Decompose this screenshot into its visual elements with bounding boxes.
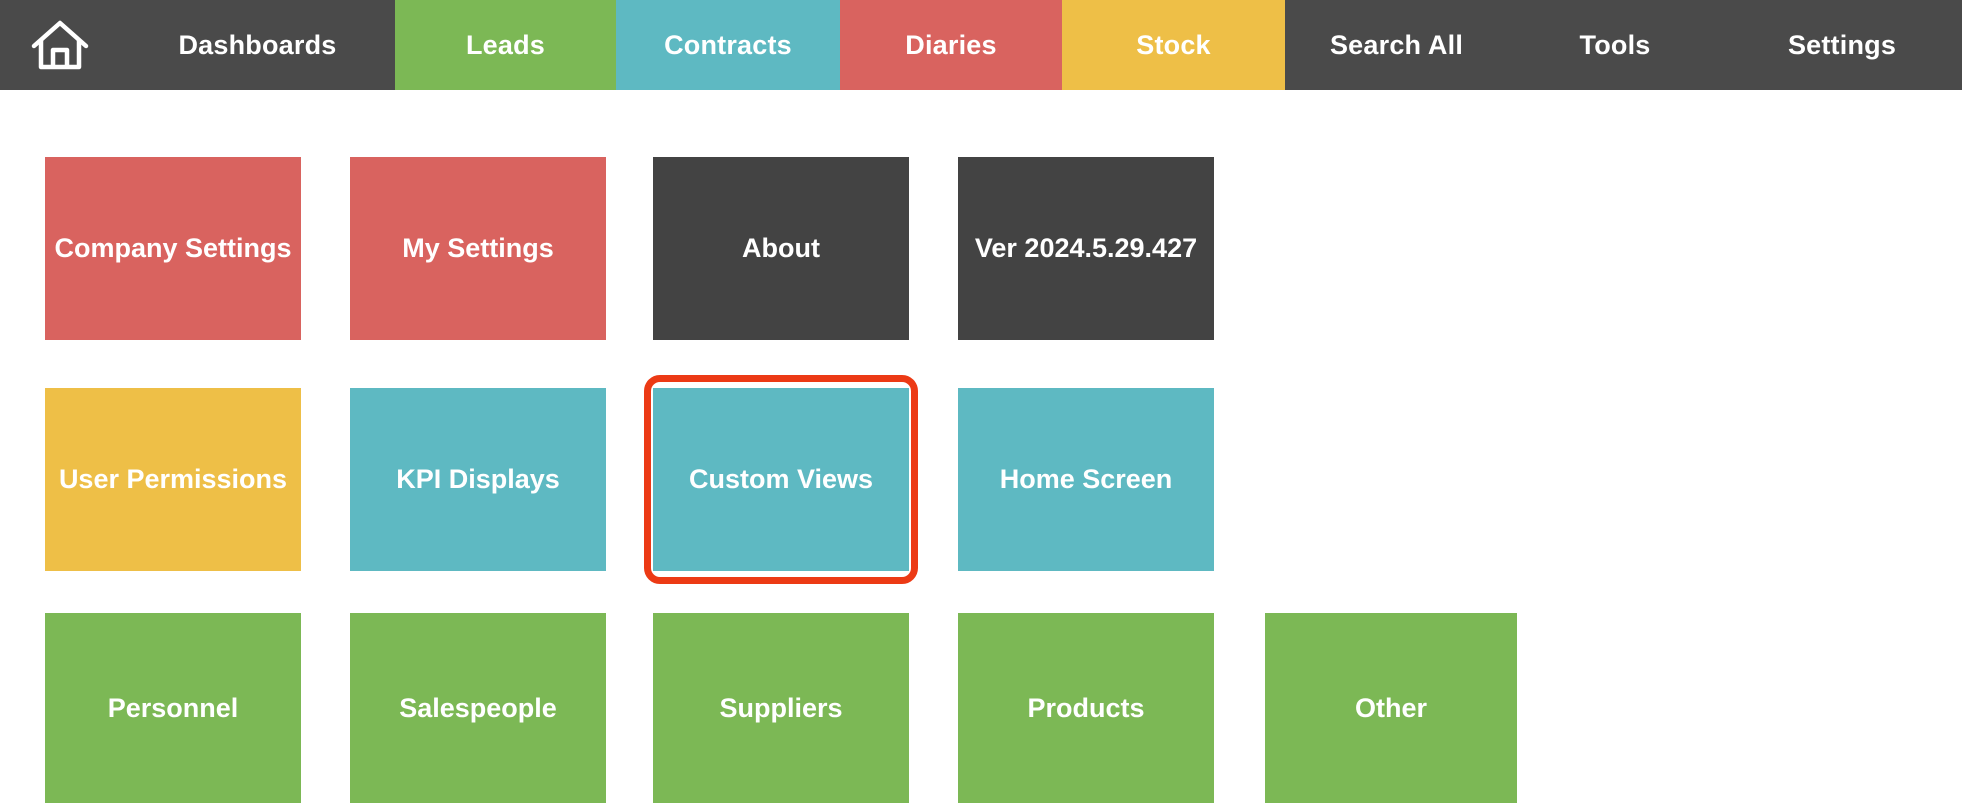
tile-label: Custom Views xyxy=(688,464,874,494)
nav-item-leads[interactable]: Leads xyxy=(395,0,616,90)
home-icon xyxy=(30,18,90,72)
nav-item-dashboards[interactable]: Dashboards xyxy=(120,0,395,90)
tile-label: KPI Displays xyxy=(396,464,560,494)
top-navigation-bar: Dashboards Leads Contracts Diaries Stock Sear… xyxy=(0,0,1962,90)
tile-home-screen[interactable]: Home Screen xyxy=(958,388,1214,571)
tile-about[interactable]: About xyxy=(653,157,909,340)
tile-ver-2024-5-29-427[interactable]: Ver 2024.5.29.427 xyxy=(958,157,1214,340)
tile-label: Suppliers xyxy=(719,692,843,723)
tile-kpi-displays[interactable]: KPI Displays xyxy=(350,388,606,571)
tile-suppliers[interactable]: Suppliers xyxy=(653,613,909,803)
tile-products[interactable]: Products xyxy=(958,613,1214,803)
tile-company-settings[interactable]: Company Settings xyxy=(45,157,301,340)
tile-label: Products xyxy=(1027,692,1145,723)
nav-item-tools[interactable]: Tools xyxy=(1508,0,1722,90)
tile-salespeople[interactable]: Salespeople xyxy=(350,613,606,803)
nav-item-label: Contracts xyxy=(664,29,792,60)
nav-item-label: Diaries xyxy=(905,29,997,60)
nav-item-diaries[interactable]: Diaries xyxy=(840,0,1062,90)
nav-item-search-all[interactable]: Search All xyxy=(1285,0,1508,90)
nav-item-label: Dashboards xyxy=(178,29,337,60)
tile-label: Salespeople xyxy=(399,692,557,723)
tile-label: My Settings xyxy=(402,233,554,263)
nav-item-label: Leads xyxy=(465,29,546,60)
tile-my-settings[interactable]: My Settings xyxy=(350,157,606,340)
tile-label: Other xyxy=(1354,692,1427,723)
nav-item-stock[interactable]: Stock xyxy=(1062,0,1285,90)
tile-personnel[interactable]: Personnel xyxy=(45,613,301,803)
settings-tile-grid: Company Settings My Settings About Ver 2024… xyxy=(0,90,1962,803)
nav-item-settings[interactable]: Settings xyxy=(1722,0,1962,90)
tile-user-permissions[interactable]: User Permissions xyxy=(45,388,301,571)
tile-label: Personnel xyxy=(107,692,239,723)
home-button[interactable] xyxy=(0,0,120,90)
tile-other[interactable]: Other xyxy=(1265,613,1517,803)
tile-custom-views[interactable]: Custom Views xyxy=(653,388,909,571)
tile-label: About xyxy=(742,233,820,263)
tile-label: Ver 2024.5.29.427 xyxy=(974,233,1198,263)
nav-item-label: Stock xyxy=(1136,29,1211,60)
nav-item-label: Search All xyxy=(1329,29,1464,60)
nav-item-label: Settings xyxy=(1787,29,1897,60)
tile-label: Company Settings xyxy=(54,233,292,263)
tile-label: Home Screen xyxy=(999,464,1173,494)
nav-item-label: Tools xyxy=(1579,29,1651,60)
tile-label: User Permissions xyxy=(58,464,288,494)
nav-item-contracts[interactable]: Contracts xyxy=(616,0,840,90)
